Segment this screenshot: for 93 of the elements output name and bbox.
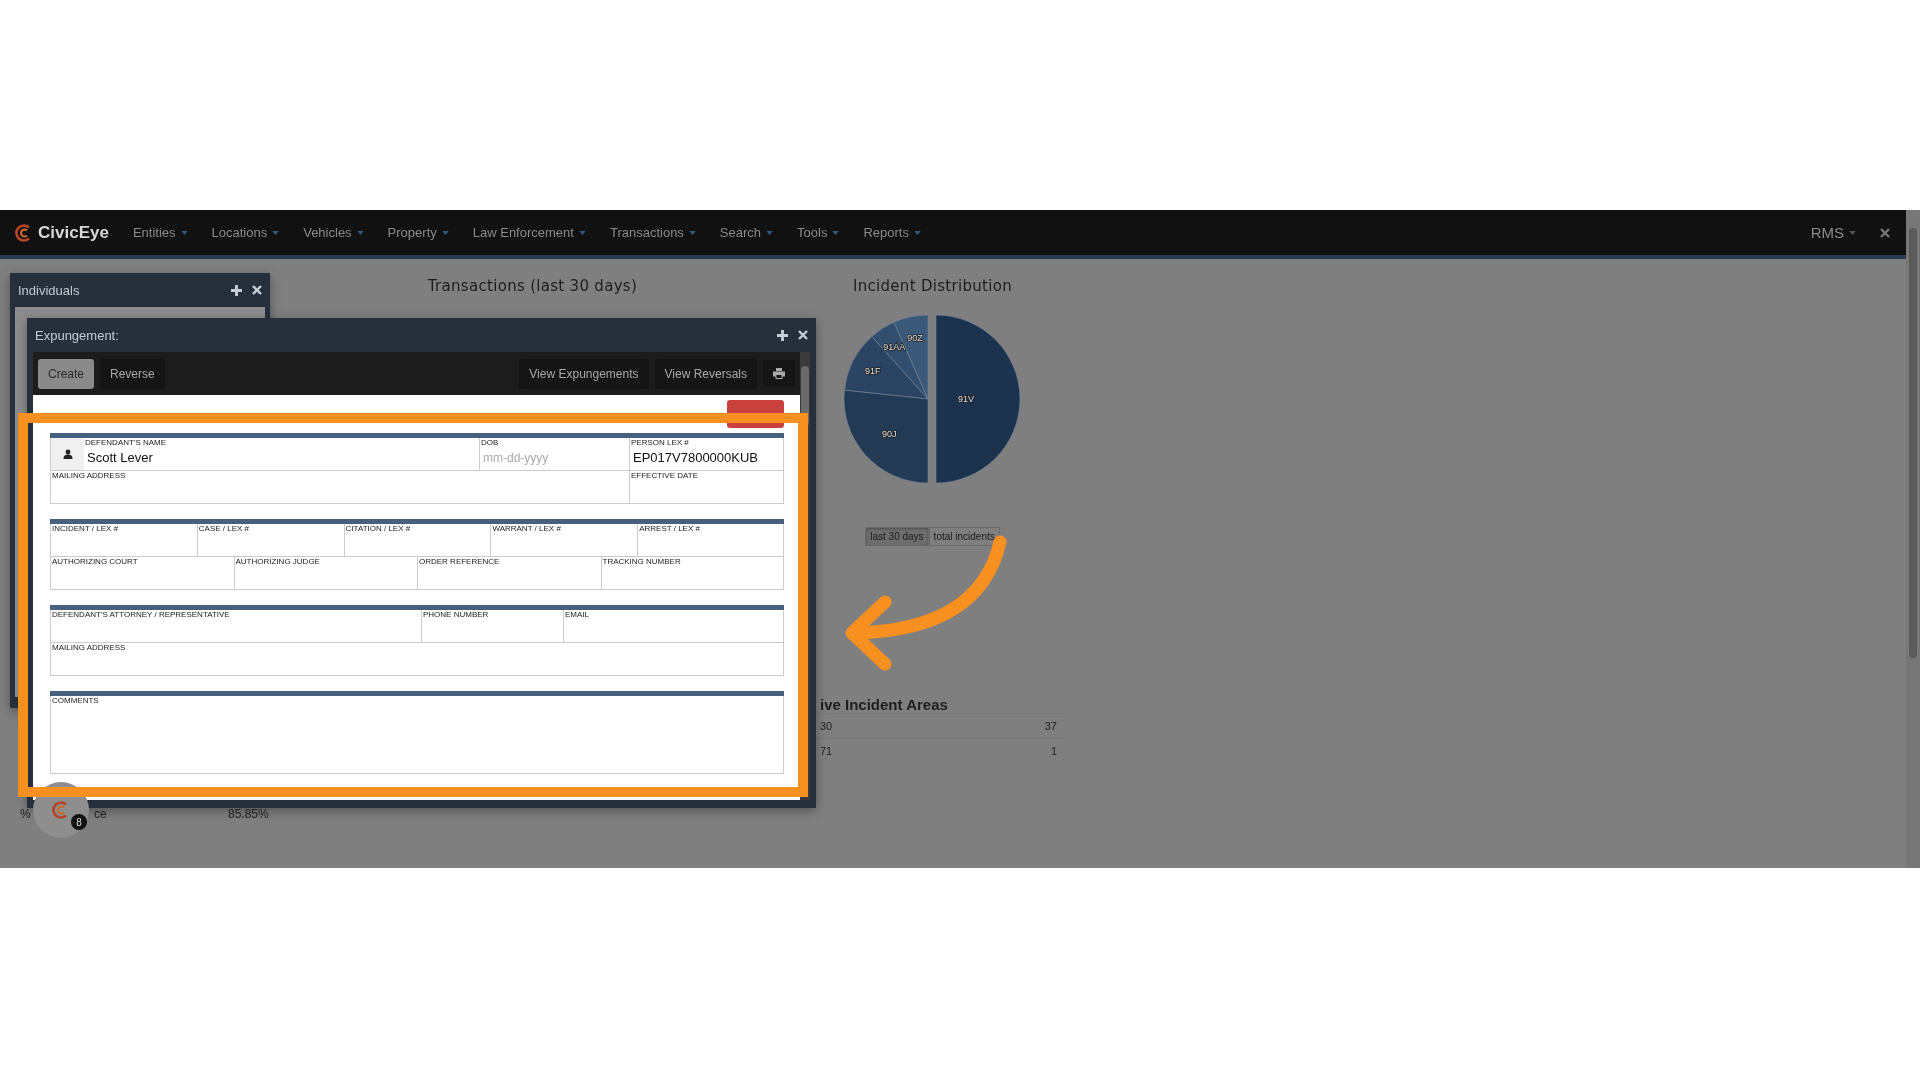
close-icon[interactable] [1880,227,1890,238]
stat-value: 85.85% [228,807,269,821]
window-title: Individuals [18,282,81,298]
user-menu[interactable]: RMS [1798,224,1868,241]
form-field[interactable]: ORDER REFERENCE [417,557,601,590]
field-label: DOB [480,438,500,448]
slice-label: 90Z [906,333,923,344]
caret-icon [1849,230,1856,235]
field-label: AUTHORIZING COURT [51,557,139,567]
form-field[interactable]: MAILING ADDRESS [50,643,784,676]
nav-menu[interactable]: Locations [199,225,292,240]
field-label: EMAIL [564,610,590,620]
caret-icon [441,230,449,235]
caret-icon [913,230,921,235]
form-field[interactable]: ARREST / LEX # [637,524,784,557]
caret-icon [180,230,188,235]
plus-icon[interactable] [777,329,788,341]
field-label: MAILING ADDRESS [51,643,127,653]
form-field[interactable]: WARRANT / LEX # [490,524,638,557]
text-area[interactable]: COMMENTS [50,696,784,774]
window-title: Expungement: [35,327,120,343]
field-label: DEFENDANT'S NAME [84,438,168,448]
section-heading: ive Incident Areas [819,696,948,713]
field-label: MAILING ADDRESS [51,471,127,481]
person-icon [62,449,73,459]
form-field[interactable]: INCIDENT / LEX # [50,524,197,557]
table-cell: 1 [1050,745,1057,757]
action-button[interactable]: View Expungements [519,358,649,389]
table-cell: 30 [820,720,833,732]
plus-icon[interactable] [231,284,242,296]
field-label: PHONE NUMBER [422,610,490,620]
tab[interactable]: Create [38,358,95,389]
stat-text: % [20,807,31,821]
text-field[interactable]: EP017V7800000KUB [630,448,783,466]
field-label: PERSON LEX # [630,438,690,448]
field-label: CITATION / LEX # [344,524,412,534]
field-label: WARRANT / LEX # [491,524,562,534]
nav-menu[interactable]: Search [707,225,786,240]
caret-icon [688,230,696,235]
caret-icon [766,230,774,235]
caret-icon [832,230,840,235]
field-label: EFFECTIVE DATE [630,471,699,481]
form-field[interactable]: CASE / LEX # [196,524,344,557]
person-button[interactable] [51,438,84,470]
form-field[interactable]: PERSON LEX # EP017V7800000KUB [629,438,784,471]
nav-menu[interactable]: Entities [120,225,200,240]
nav-menu[interactable]: Vehicles [291,225,376,240]
table-cell: 71 [820,745,833,757]
slice-label: 91V [957,394,974,404]
field-label: INCIDENT / LEX # [51,524,120,534]
form-field[interactable]: AUTHORIZING COURT [50,557,234,590]
form-field[interactable]: AUTHORIZING JUDGE [233,557,417,590]
stat-text: ce [94,807,107,821]
slice-label: 91AA [882,342,905,352]
form-field[interactable]: EMAIL [563,610,784,643]
scrollbar[interactable] [800,352,810,800]
brand-name[interactable]: CivicEye [38,222,109,243]
field-label: DEFENDANT'S ATTORNEY / REPRESENTATIVE [51,610,231,620]
scrollbar[interactable] [1906,210,1920,868]
slice-label: 90J [881,428,897,439]
field-label: AUTHORIZING JUDGE [234,557,321,567]
form-field[interactable]: TRACKING NUMBER [600,557,784,590]
print-button[interactable] [763,360,795,387]
nav-menu[interactable]: Transactions [597,225,708,240]
form-field[interactable]: MAILING ADDRESS [50,471,629,504]
printer-icon [773,368,785,379]
form-field[interactable]: DEFENDANT'S NAME Scott Lever [84,438,479,470]
nav-menu[interactable]: Law Enforcement [460,225,598,240]
panel-title: Incident Distribution [852,277,1013,295]
text-field[interactable]: Scott Lever [84,448,479,466]
field-label: CASE / LEX # [197,524,251,534]
text-field[interactable]: mm-dd-yyyy [480,448,629,466]
field-label: COMMENTS [51,696,100,706]
slice-label: 91F [864,365,880,376]
form-field[interactable]: DOB mm-dd-yyyy [479,438,629,471]
form-field[interactable]: CITATION / LEX # [343,524,491,557]
nav-menu[interactable]: Tools [785,225,852,240]
toggle-button[interactable]: total incidents [928,527,1000,546]
field-label: ARREST / LEX # [638,524,701,534]
panel-title: Transactions (last 30 days) [426,277,639,295]
table-cell: 37 [1044,720,1057,732]
tab[interactable]: Reverse [100,358,165,389]
field-label: TRACKING NUMBER [601,557,682,567]
form-field[interactable]: DEFENDANT'S ATTORNEY / REPRESENTATIVE [50,610,421,643]
action-button[interactable]: View Reversals [654,358,757,389]
nav-menu[interactable]: Property [375,225,461,240]
field-label: ORDER REFERENCE [418,557,501,567]
caret-icon [356,230,364,235]
caret-icon [578,230,586,235]
form-field[interactable]: PHONE NUMBER [421,610,563,643]
form-field[interactable]: EFFECTIVE DATE [629,471,784,504]
caret-icon [272,230,280,235]
nav-menu[interactable]: Reports [851,225,933,240]
